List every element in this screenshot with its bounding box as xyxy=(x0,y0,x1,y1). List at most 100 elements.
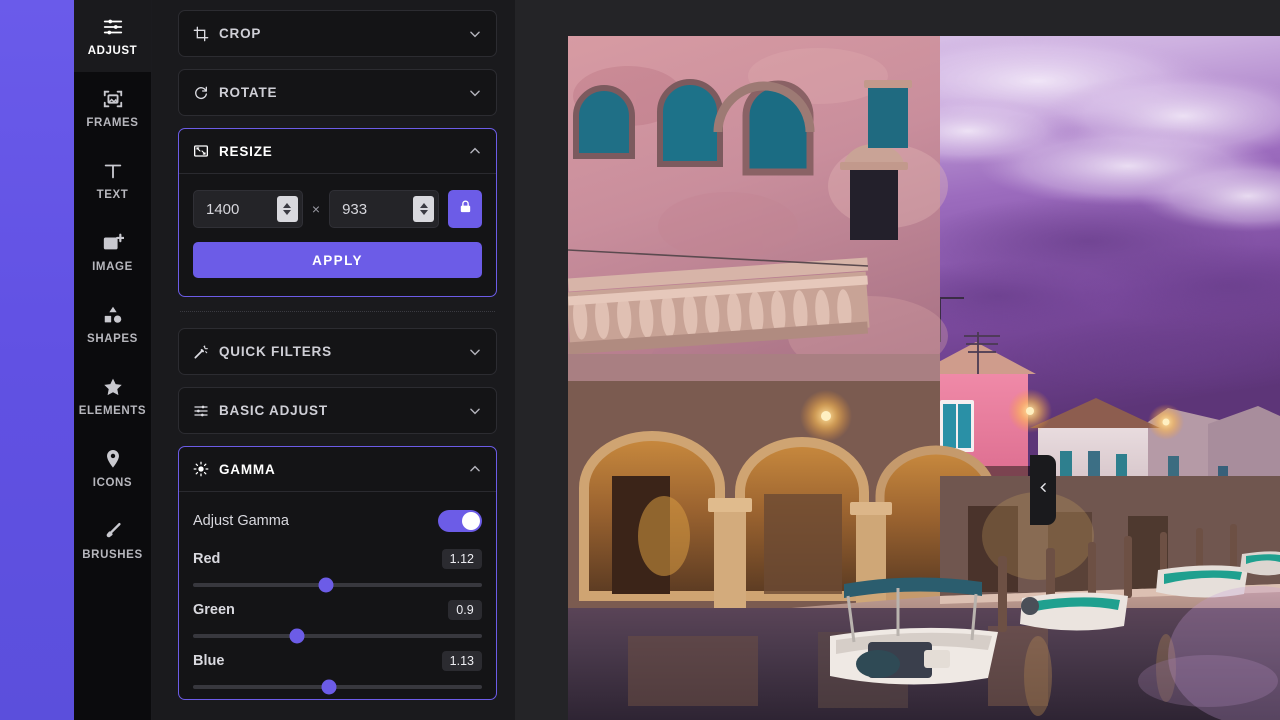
adjust-gamma-toggle[interactable] xyxy=(438,510,482,532)
adjust-gamma-row: Adjust Gamma xyxy=(193,506,482,536)
rail-item-label: TEXT xyxy=(96,188,129,201)
rail-item-image[interactable]: IMAGE xyxy=(74,216,151,288)
rail-item-label: FRAMES xyxy=(86,116,139,129)
rail-item-label: BRUSHES xyxy=(82,548,143,561)
section-title: CROP xyxy=(219,26,262,41)
slider-track[interactable] xyxy=(193,679,482,695)
slider-header: Red 1.12 xyxy=(193,549,482,569)
section-quick-filters: QUICK FILTERS xyxy=(178,328,497,375)
section-resize-header[interactable]: RESIZE xyxy=(179,129,496,174)
slider-value: 1.13 xyxy=(441,651,482,671)
chevron-down-icon[interactable] xyxy=(468,345,482,359)
rail-item-label: ELEMENTS xyxy=(78,404,147,417)
section-rotate-header[interactable]: ROTATE xyxy=(179,70,496,115)
chevron-up-icon[interactable] xyxy=(468,144,482,158)
width-stepper[interactable] xyxy=(276,196,298,222)
slider-header: Blue 1.13 xyxy=(193,651,482,671)
star-icon xyxy=(102,376,124,398)
lock-icon xyxy=(458,199,473,219)
rail-item-icons[interactable]: ICONS xyxy=(74,432,151,504)
section-rotate: ROTATE xyxy=(178,69,497,116)
toggle-knob xyxy=(462,512,480,530)
lock-aspect-ratio-button[interactable] xyxy=(448,190,482,228)
section-gamma-header[interactable]: GAMMA xyxy=(179,447,496,492)
sun-icon xyxy=(193,461,209,477)
gamma-slider-green: Green 0.9 xyxy=(193,600,482,644)
slider-label: Blue xyxy=(193,653,225,669)
slider-label: Green xyxy=(193,602,235,618)
resize-icon xyxy=(193,143,209,159)
section-quick-filters-header[interactable]: QUICK FILTERS xyxy=(179,329,496,374)
rail-item-label: IMAGE xyxy=(92,260,133,273)
section-title: BASIC ADJUST xyxy=(219,403,328,418)
wand-icon xyxy=(193,344,209,360)
rail-item-label: SHAPES xyxy=(87,332,138,345)
section-title: ROTATE xyxy=(219,85,278,100)
sliders-icon xyxy=(193,403,209,419)
rail-item-frames[interactable]: FRAMES xyxy=(74,72,151,144)
chevron-down-icon[interactable] xyxy=(468,27,482,41)
crop-icon xyxy=(193,26,209,42)
section-basic-adjust-header[interactable]: BASIC ADJUST xyxy=(179,388,496,433)
dimension-row: 1400 × 933 xyxy=(193,190,482,228)
text-icon xyxy=(102,160,124,182)
rail-item-adjust[interactable]: ADJUST xyxy=(74,0,151,72)
rotate-icon xyxy=(193,85,209,101)
slider-track[interactable] xyxy=(193,577,482,593)
gamma-body: Adjust Gamma Red 1.12 Green 0.9 Blue 1.1… xyxy=(179,492,496,699)
height-value: 933 xyxy=(342,200,368,218)
section-crop-header[interactable]: CROP xyxy=(179,11,496,56)
section-crop: CROP xyxy=(178,10,497,57)
height-stepper[interactable] xyxy=(413,196,434,222)
section-resize: RESIZE 1400 × 933 APPLY xyxy=(178,128,497,297)
frame-icon xyxy=(102,88,124,110)
brush-icon xyxy=(102,520,124,542)
chevron-down-icon[interactable] xyxy=(468,404,482,418)
slider-thumb[interactable] xyxy=(289,628,305,644)
section-title: RESIZE xyxy=(219,143,273,159)
slider-thumb[interactable] xyxy=(321,679,337,695)
edited-photo[interactable] xyxy=(568,36,1280,720)
tool-rail: ADJUST FRAMES TEXT IMAGE SHAPES ELEMENTS… xyxy=(74,0,152,720)
slider-label: Red xyxy=(193,551,221,567)
image-editor-app: ADJUST FRAMES TEXT IMAGE SHAPES ELEMENTS… xyxy=(0,0,1280,720)
add-image-icon xyxy=(102,232,125,254)
rail-item-label: ICONS xyxy=(92,476,133,489)
rail-item-text[interactable]: TEXT xyxy=(74,144,151,216)
slider-thumb[interactable] xyxy=(318,577,334,593)
rail-item-label: ADJUST xyxy=(87,44,138,57)
chevron-left-icon xyxy=(1037,481,1050,499)
slider-value: 1.12 xyxy=(441,549,482,569)
rail-item-elements[interactable]: ELEMENTS xyxy=(74,360,151,432)
map-pin-icon xyxy=(102,448,124,470)
sliders-icon xyxy=(102,16,124,38)
accent-bar xyxy=(0,0,74,720)
apply-resize-button[interactable]: APPLY xyxy=(193,242,482,278)
rail-item-brushes[interactable]: BRUSHES xyxy=(74,504,151,576)
adjust-panel: CROP ROTATE RESIZE 1400 × 933 APPLY QUIC… xyxy=(152,0,515,720)
arched-windows xyxy=(573,79,815,176)
gamma-slider-blue: Blue 1.13 xyxy=(193,651,482,695)
dimension-separator: × xyxy=(311,201,321,217)
slider-header: Green 0.9 xyxy=(193,600,482,620)
panel-divider xyxy=(180,311,495,312)
rail-item-shapes[interactable]: SHAPES xyxy=(74,288,151,360)
resize-body: 1400 × 933 APPLY xyxy=(179,174,496,296)
slider-value: 0.9 xyxy=(448,600,482,620)
section-title: GAMMA xyxy=(219,461,276,477)
section-title: QUICK FILTERS xyxy=(219,344,332,359)
section-gamma: GAMMA Adjust Gamma Red 1.12 Green 0.9 Bl… xyxy=(178,446,497,700)
slider-track[interactable] xyxy=(193,628,482,644)
height-input[interactable]: 933 xyxy=(329,190,439,228)
chevron-up-icon[interactable] xyxy=(468,462,482,476)
photo-content xyxy=(568,36,1280,720)
shapes-icon xyxy=(102,304,124,326)
adjust-gamma-label: Adjust Gamma xyxy=(193,513,289,529)
canvas-area xyxy=(515,0,1280,720)
width-input[interactable]: 1400 xyxy=(193,190,303,228)
section-basic-adjust: BASIC ADJUST xyxy=(178,387,497,434)
main-facade xyxy=(568,36,948,436)
collapse-panel-button[interactable] xyxy=(1030,455,1056,525)
chevron-down-icon[interactable] xyxy=(468,86,482,100)
gamma-slider-red: Red 1.12 xyxy=(193,549,482,593)
